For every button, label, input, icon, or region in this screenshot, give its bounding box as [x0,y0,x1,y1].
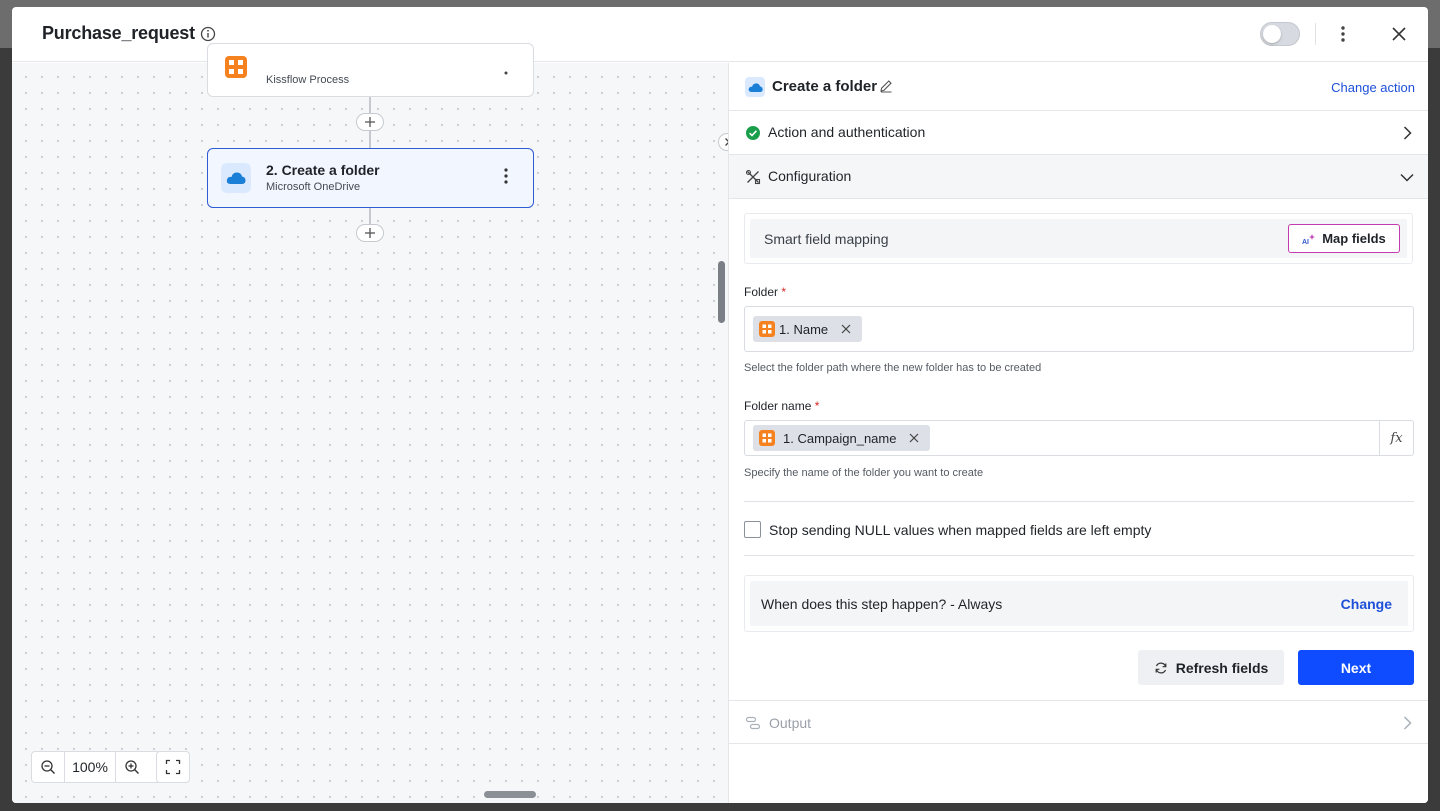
svg-text:AI: AI [1302,239,1309,245]
more-options-icon[interactable] [1334,24,1352,44]
page-title: Purchase_request [42,23,195,43]
smart-mapping-inner: Smart field mapping AI Map fields [750,219,1407,258]
refresh-fields-button[interactable]: Refresh fields [1138,650,1284,685]
change-action-link[interactable]: Change action [1331,80,1415,95]
toggle-knob [1263,25,1281,43]
refresh-fields-label: Refresh fields [1175,659,1269,676]
zoom-controls: 100% [31,751,161,783]
formula-button[interactable]: fx [1379,421,1413,455]
divider [744,501,1414,502]
stop-null-label[interactable]: Stop sending NULL values when mapped fie… [769,522,1151,538]
folder-name-help-text: Specify the name of the folder you want … [744,467,984,479]
folder-help-text: Select the folder path where the new fol… [744,362,1042,374]
zoom-in-icon [125,760,139,774]
remove-chip-icon[interactable] [840,323,852,335]
panel-title: Create a folder [772,78,878,95]
refresh-icon [1155,662,1167,673]
workflow-toggle[interactable] [1260,22,1300,46]
fit-screen-button[interactable] [156,751,190,783]
kissflow-icon [221,52,251,82]
add-step-button[interactable] [356,224,384,242]
output-label: Output [769,715,812,731]
step-condition-inner: When does this step happen? - Always Cha… [750,581,1408,626]
folder-name-label: Folder name * [744,399,819,413]
folder-name-label-text: Folder name [744,399,812,413]
connector-line [369,208,371,224]
tools-icon [745,169,761,185]
info-icon[interactable] [200,26,216,42]
smart-mapping-label: Smart field mapping [764,231,889,247]
onedrive-cloud-icon [745,77,765,97]
zoom-level: 100% [64,752,116,782]
folder-name-input[interactable]: 1. Campaign_name fx [744,420,1414,456]
mapped-field-chip[interactable]: 1. Name [753,316,863,342]
chevron-right-icon [1399,715,1415,731]
required-marker: * [811,399,820,413]
map-fields-button[interactable]: AI Map fields [1288,224,1400,253]
smart-field-mapping: Smart field mapping AI Map fields [744,213,1413,264]
edit-pencil-icon[interactable] [879,79,893,93]
section-output[interactable]: Output [729,700,1428,744]
check-circle-icon [745,125,761,141]
vertical-scrollbar[interactable] [718,261,725,323]
horizontal-scrollbar[interactable] [484,791,536,798]
node-menu-icon[interactable] [499,70,513,88]
stop-null-checkbox[interactable] [744,521,761,538]
onedrive-cloud-icon [221,163,251,193]
folder-label-text: Folder [744,285,779,299]
output-icon [745,715,761,731]
map-fields-label: Map fields [1322,231,1386,246]
section-label: Configuration [768,168,852,184]
kissflow-icon [759,430,775,446]
add-step-button[interactable] [356,113,384,131]
step-condition-box: When does this step happen? - Always Cha… [744,575,1414,632]
node-menu-icon[interactable] [499,167,513,185]
section-action-authentication[interactable]: Action and authentication [729,111,1428,155]
workflow-canvas[interactable]: Kissflow Process 2. Create a folder Micr… [12,43,736,803]
fullscreen-icon [165,759,181,775]
zoom-in-button[interactable] [116,752,148,782]
connector-line [369,131,371,148]
close-icon[interactable] [1390,25,1408,43]
node-title: 2. Create a folder [266,162,380,178]
workflow-node-2[interactable]: 2. Create a folder Microsoft OneDrive [207,148,534,208]
node-subtitle: Kissflow Process [266,74,350,86]
workflow-modal: Purchase_request Kissflow Process 2. Cre… [12,7,1428,803]
step-config-panel: Create a folder Change action Action and… [728,63,1428,803]
section-label: Action and authentication [768,124,926,140]
connector-line [369,97,371,113]
node-subtitle: Microsoft OneDrive [266,181,361,193]
folder-input[interactable]: 1. Name [744,306,1414,352]
chip-label: 1. Name [779,321,829,337]
mapped-field-chip[interactable]: 1. Campaign_name [753,425,931,451]
chip-label: 1. Campaign_name [783,430,897,446]
next-button[interactable]: Next [1298,650,1414,685]
panel-header: Create a folder Change action [729,63,1428,111]
zoom-out-icon [41,760,55,774]
section-configuration[interactable]: Configuration [729,155,1428,199]
workflow-node-1[interactable]: Kissflow Process [207,43,534,97]
ai-sparkle-icon: AI [1302,233,1316,245]
zoom-out-button[interactable] [32,752,64,782]
change-condition-link[interactable]: Change [1341,596,1392,612]
chevron-right-icon [1399,125,1415,141]
remove-chip-icon[interactable] [908,432,920,444]
kissflow-icon [759,321,775,337]
chevron-down-icon [1399,169,1415,185]
divider [744,555,1414,556]
step-condition-label: When does this step happen? - Always [761,596,1003,612]
folder-label: Folder * [744,285,786,299]
required-marker: * [778,285,787,299]
header-divider [1315,23,1316,45]
